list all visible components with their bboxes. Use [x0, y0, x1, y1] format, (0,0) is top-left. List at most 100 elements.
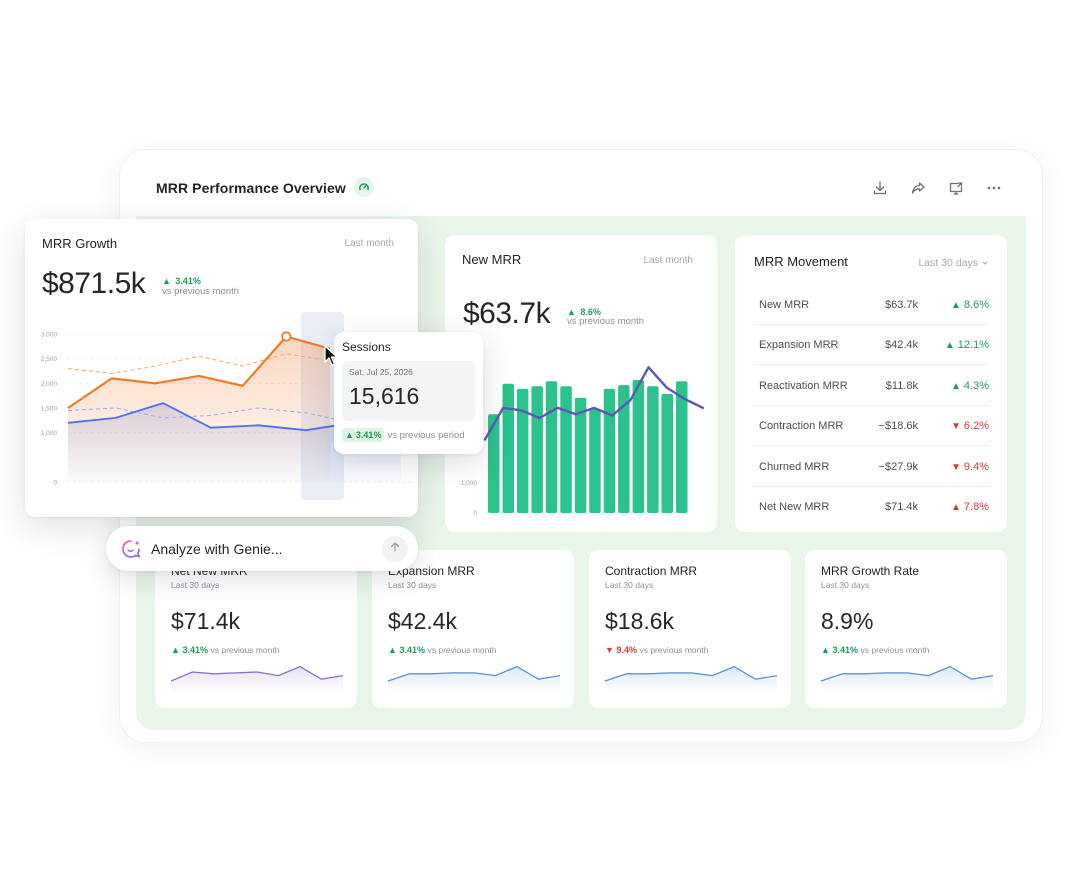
kpi-value: 8.9% [821, 608, 874, 634]
sparkline-area [821, 666, 993, 692]
kpi-delta: ▲ 3.41% vs previous month [821, 645, 930, 655]
movement-row: Expansion MRR $42.4k ▲ 12.1% [753, 325, 989, 365]
new-mrr-card[interactable]: New MRR Last month $63.7k ▲ 8.6% vs prev… [445, 235, 717, 532]
kpi-title: Contraction MRR [605, 564, 698, 578]
bar [632, 380, 645, 513]
sparkline-area [388, 666, 560, 692]
kpi-title: MRR Growth Rate [821, 564, 920, 578]
more-icon[interactable] [984, 178, 1004, 198]
movement-row: Net New MRR $71.4k ▲ 7.8% [753, 487, 989, 527]
tooltip-date: Sat, Jul 25, 2026 [349, 367, 413, 377]
period-dropdown[interactable]: Last 30 days [918, 254, 989, 272]
arrow-up-icon [389, 540, 401, 558]
new-mrr-chart: 1,000 0 [461, 366, 705, 517]
bar [676, 381, 688, 513]
share-icon[interactable] [908, 178, 928, 198]
movement-delta: ▲ 8.6% [950, 298, 989, 311]
sessions-tooltip: Sessions Sat, Jul 25, 2026 15,616 ▲ 3.41… [334, 332, 483, 454]
movement-label: Contraction MRR [759, 419, 844, 432]
movement-value: −$27.9k [878, 460, 918, 473]
page-title: MRR Performance Overview [156, 180, 346, 196]
movement-label: Net New MRR [759, 501, 830, 513]
movement-value: $11.8k [885, 379, 918, 392]
mouse-cursor-icon [324, 345, 338, 366]
kpi-period: Last 30 days [388, 580, 437, 590]
y-tick-label: 3,000 [41, 332, 58, 339]
mrr-movement-card: MRR Movement Last 30 days New MRR $63.7k ▲… [735, 235, 1007, 532]
down-triangle-icon: ▼ [605, 645, 614, 655]
tooltip-title: Sessions [342, 340, 391, 354]
kpi-delta: ▼ 9.4% vs previous month [605, 645, 709, 655]
kpi-period: Last 30 days [171, 580, 220, 590]
y-tick-label: 2,500 [41, 356, 58, 363]
sparkline [604, 665, 778, 692]
bar [661, 393, 673, 513]
kpi-value: $18.6k [605, 608, 675, 634]
kpi-period: Last 30 days [605, 580, 654, 590]
kpi-card[interactable]: Expansion MRR Last 30 days $42.4k ▲ 3.41% v… [372, 550, 574, 708]
movement-label: New MRR [759, 298, 810, 311]
movement-label: Reactivation MRR [759, 379, 848, 392]
genie-sparkle-icon [120, 538, 142, 565]
up-triangle-icon: ▲ [171, 645, 180, 655]
bar [560, 386, 572, 513]
bar [603, 388, 616, 513]
movement-delta: ▼ 6.2% [950, 419, 989, 432]
kpi-period: Last 30 days [821, 580, 870, 590]
up-triangle-icon: ▲ [950, 502, 961, 513]
up-triangle-icon: ▲ [950, 299, 961, 311]
movement-row: Contraction MRR −$18.6k ▼ 6.2% [753, 406, 989, 446]
tooltip-delta: ▲ 3.41% vs previous period [342, 428, 465, 442]
y-tick-label: 1,000 [461, 480, 478, 487]
tooltip-value-box: Sat, Jul 25, 2026 15,616 [342, 361, 475, 421]
movement-row: New MRR $63.7k ▲ 8.6% [753, 285, 989, 325]
up-triangle-icon: ▲ [388, 645, 397, 655]
send-button[interactable] [382, 536, 408, 562]
kpi-value: $71.4k [171, 608, 241, 634]
bar [589, 409, 601, 513]
up-triangle-icon: ▲ [944, 339, 955, 351]
movement-value: −$18.6k [878, 419, 918, 432]
genie-placeholder: Analyze with Genie... [151, 541, 283, 557]
movement-label: Expansion MRR [759, 338, 839, 351]
up-triangle-icon: ▲ [950, 380, 961, 392]
kpi-card[interactable]: Net New MRR Last 30 days $71.4k ▲ 3.41% vs … [155, 550, 357, 708]
y-tick-label: 1,500 [41, 406, 58, 413]
y-tick-label: 1,000 [41, 430, 58, 437]
kpi-card[interactable]: Contraction MRR Last 30 days $18.6k ▼ 9.4% … [589, 550, 791, 708]
present-icon[interactable] [946, 178, 966, 198]
bar [516, 388, 529, 513]
genie-input[interactable]: Analyze with Genie... [106, 526, 418, 571]
sparkline [170, 665, 344, 692]
tooltip-value: 15,616 [349, 383, 420, 409]
sparkline-area [171, 666, 343, 692]
y-tick-label: 0 [473, 510, 477, 517]
up-triangle-icon: ▲ [821, 645, 830, 655]
kpi-value: $42.4k [388, 608, 458, 634]
movement-delta: ▼ 9.4% [950, 460, 989, 473]
movement-row: Churned MRR −$27.9k ▼ 9.4% [753, 447, 989, 487]
bar [502, 383, 514, 513]
dashboard-header: MRR Performance Overview [120, 150, 1042, 216]
up-triangle-icon: ▲ [345, 430, 354, 440]
y-tick-label: 0 [53, 480, 57, 487]
movement-value: $63.7k [884, 298, 918, 311]
down-triangle-icon: ▼ [950, 420, 961, 432]
bar [647, 386, 659, 513]
kpi-card[interactable]: MRR Growth Rate Last 30 days 8.9% ▲ 3.41% v… [805, 550, 1007, 708]
gauge-icon [354, 177, 374, 197]
card-title: MRR Movement [754, 254, 848, 269]
movement-label: Churned MRR [759, 460, 830, 473]
sparkline-area [605, 666, 777, 692]
movement-row: Reactivation MRR $11.8k ▲ 4.3% [753, 366, 989, 406]
movement-delta: ▲ 4.3% [950, 379, 989, 392]
toolbar [870, 178, 1004, 198]
movement-delta: ▲ 7.8% [950, 501, 989, 513]
hover-point[interactable] [281, 331, 292, 342]
bar [545, 381, 558, 513]
download-icon[interactable] [870, 178, 890, 198]
kpi-delta: ▲ 3.41% vs previous month [171, 645, 280, 655]
movement-value: $42.4k [884, 338, 918, 351]
chevron-down-icon [981, 254, 989, 272]
down-triangle-icon: ▼ [950, 461, 961, 473]
